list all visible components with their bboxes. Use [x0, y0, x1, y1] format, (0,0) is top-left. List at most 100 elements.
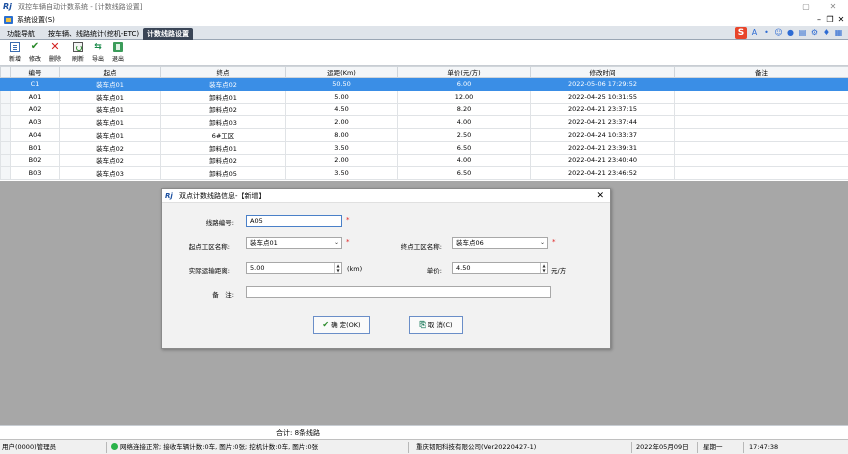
cell-modified[interactable]: 2022-04-21 23:37:15 [530, 102, 675, 117]
cell-end[interactable]: 卸料点03 [160, 115, 286, 129]
ime-skin-icon[interactable]: ♦ [822, 27, 831, 39]
col-header-remark[interactable]: 备注 [674, 66, 848, 78]
cell-start[interactable]: 装车点01 [59, 115, 161, 129]
cell-end[interactable]: 卸料点05 [160, 166, 286, 180]
cell-no[interactable]: A01 [10, 89, 60, 104]
cell-end[interactable]: 卸料点02 [160, 102, 286, 117]
ime-logo-icon[interactable]: S [735, 27, 747, 39]
cell-start[interactable]: 装车点01 [59, 128, 161, 142]
ok-button[interactable]: ✔ 确 定(OK) [313, 316, 370, 334]
col-header-modified[interactable]: 修改时间 [530, 66, 675, 78]
cell-modified[interactable]: 2022-04-21 23:37:44 [530, 115, 675, 129]
remark-input[interactable] [246, 286, 551, 298]
cell-end[interactable]: 卸料点01 [160, 140, 286, 155]
cell-price[interactable]: 6.50 [397, 166, 531, 180]
cell-start[interactable]: 装车点02 [59, 140, 161, 155]
cell-no[interactable]: C1 [10, 77, 60, 91]
mdi-close-button[interactable]: ✕ [836, 13, 846, 26]
cell-end[interactable]: 卸料点02 [160, 153, 286, 168]
mdi-restore-button[interactable]: ❐ [825, 13, 835, 26]
cell-distance[interactable]: 3.50 [285, 166, 398, 180]
stepper-arrows-icon[interactable]: ▲ ▼ [334, 263, 341, 273]
window-restore-button[interactable]: ▢ [795, 0, 817, 13]
ime-emoji-icon[interactable]: ☺ [774, 27, 783, 39]
cell-price[interactable]: 12.00 [397, 89, 531, 104]
table-row[interactable]: B01 装车点02 卸料点01 3.50 6.50 2022-04-21 23:39:31 [0, 140, 848, 155]
cell-remark[interactable] [674, 77, 848, 91]
mdi-minimize-button[interactable]: – [814, 13, 824, 26]
start-area-select[interactable]: 装车点01 ⌄ [246, 237, 342, 249]
row-header[interactable] [0, 128, 11, 142]
cell-modified[interactable]: 2022-04-21 23:39:31 [530, 140, 675, 155]
cell-end[interactable]: 卸料点01 [160, 89, 286, 104]
tab-navigation[interactable]: 功能导航 [3, 28, 39, 40]
cell-price[interactable]: 6.00 [397, 77, 531, 91]
col-header-distance[interactable]: 运距(Km) [285, 66, 398, 78]
cell-price[interactable]: 4.00 [397, 153, 531, 168]
ime-menu-icon[interactable]: ▦ [834, 27, 843, 39]
cell-remark[interactable] [674, 115, 848, 129]
table-row[interactable]: A02 装车点01 卸料点02 4.50 8.20 2022-04-21 23:37:15 [0, 102, 848, 117]
cell-distance[interactable]: 4.50 [285, 102, 398, 117]
cell-distance[interactable]: 50.50 [285, 77, 398, 91]
new-button[interactable]: 新增 [6, 42, 24, 64]
distance-stepper[interactable]: 5.00 ▲ ▼ [246, 262, 342, 274]
cell-modified[interactable]: 2022-04-21 23:46:52 [530, 166, 675, 180]
end-area-select[interactable]: 装车点06 ⌄ [452, 237, 548, 249]
cell-start[interactable]: 装车点03 [59, 166, 161, 180]
window-close-button[interactable]: ✕ [822, 0, 844, 13]
cell-distance[interactable]: 8.00 [285, 128, 398, 142]
stepper-arrows-icon[interactable]: ▲ ▼ [540, 263, 547, 273]
cell-start[interactable]: 装车点01 [59, 89, 161, 104]
cell-no[interactable]: B01 [10, 140, 60, 155]
row-header[interactable] [0, 140, 11, 155]
cell-remark[interactable] [674, 153, 848, 168]
ime-keyboard-icon[interactable]: ▤ [798, 27, 807, 39]
cell-modified[interactable]: 2022-05-06 17:29:52 [530, 77, 675, 91]
col-header-price[interactable]: 单价(元/方) [397, 66, 531, 78]
col-header-end[interactable]: 终点 [160, 66, 286, 78]
table-row[interactable]: B02 装车点02 卸料点02 2.00 4.00 2022-04-21 23:40:40 [0, 153, 848, 168]
row-header[interactable] [0, 102, 11, 117]
route-no-input[interactable]: A05 [246, 215, 342, 227]
table-row[interactable]: A01 装车点01 卸料点01 5.00 12.00 2022-04-25 10:31:5… [0, 89, 848, 104]
col-header-start[interactable]: 起点 [59, 66, 161, 78]
row-header[interactable] [0, 115, 11, 129]
row-header[interactable] [0, 166, 11, 180]
cell-end[interactable]: 装车点02 [160, 77, 286, 91]
row-header[interactable] [0, 89, 11, 104]
cell-no[interactable]: A04 [10, 128, 60, 142]
menu-system-settings[interactable]: 系统设置(S) [17, 15, 55, 25]
cell-price[interactable]: 6.50 [397, 140, 531, 155]
ime-punct-icon[interactable]: • [762, 27, 771, 39]
cell-start[interactable]: 装车点01 [59, 102, 161, 117]
cell-start[interactable]: 装车点01 [59, 77, 161, 91]
ime-mode-icon[interactable]: A [750, 27, 759, 39]
cell-remark[interactable] [674, 128, 848, 142]
cell-modified[interactable]: 2022-04-21 23:40:40 [530, 153, 675, 168]
col-header-no[interactable]: 编号 [10, 66, 60, 78]
cell-no[interactable]: B03 [10, 166, 60, 180]
cell-remark[interactable] [674, 166, 848, 180]
tab-vehicle-route-stats[interactable]: 按车辆、线路统计(挖机-ETC) [44, 28, 143, 40]
cell-distance[interactable]: 2.00 [285, 153, 398, 168]
row-header[interactable] [0, 77, 11, 91]
delete-button[interactable]: ✕ 删除 [46, 41, 64, 64]
ime-voice-icon[interactable]: ● [786, 27, 795, 39]
cell-distance[interactable]: 2.00 [285, 115, 398, 129]
row-header[interactable] [0, 153, 11, 168]
cell-no[interactable]: A02 [10, 102, 60, 117]
refresh-button[interactable]: 刷新 [69, 42, 87, 64]
cell-distance[interactable]: 5.00 [285, 89, 398, 104]
table-row[interactable]: B03 装车点03 卸料点05 3.50 6.50 2022-04-21 23:46:52 [0, 166, 848, 180]
cell-remark[interactable] [674, 140, 848, 155]
tab-route-settings[interactable]: 计数线路设置 [143, 28, 193, 40]
cell-price[interactable]: 2.50 [397, 128, 531, 142]
cell-modified[interactable]: 2022-04-25 10:31:55 [530, 89, 675, 104]
cell-price[interactable]: 8.20 [397, 102, 531, 117]
table-row[interactable]: C1 装车点01 装车点02 50.50 6.00 2022-05-06 17:29:52 [0, 77, 848, 91]
cell-modified[interactable]: 2022-04-24 10:33:37 [530, 128, 675, 142]
dialog-close-button[interactable]: ✕ [596, 189, 604, 203]
cell-no[interactable]: B02 [10, 153, 60, 168]
cancel-button[interactable]: ⎘ 取 消(C) [409, 316, 463, 334]
